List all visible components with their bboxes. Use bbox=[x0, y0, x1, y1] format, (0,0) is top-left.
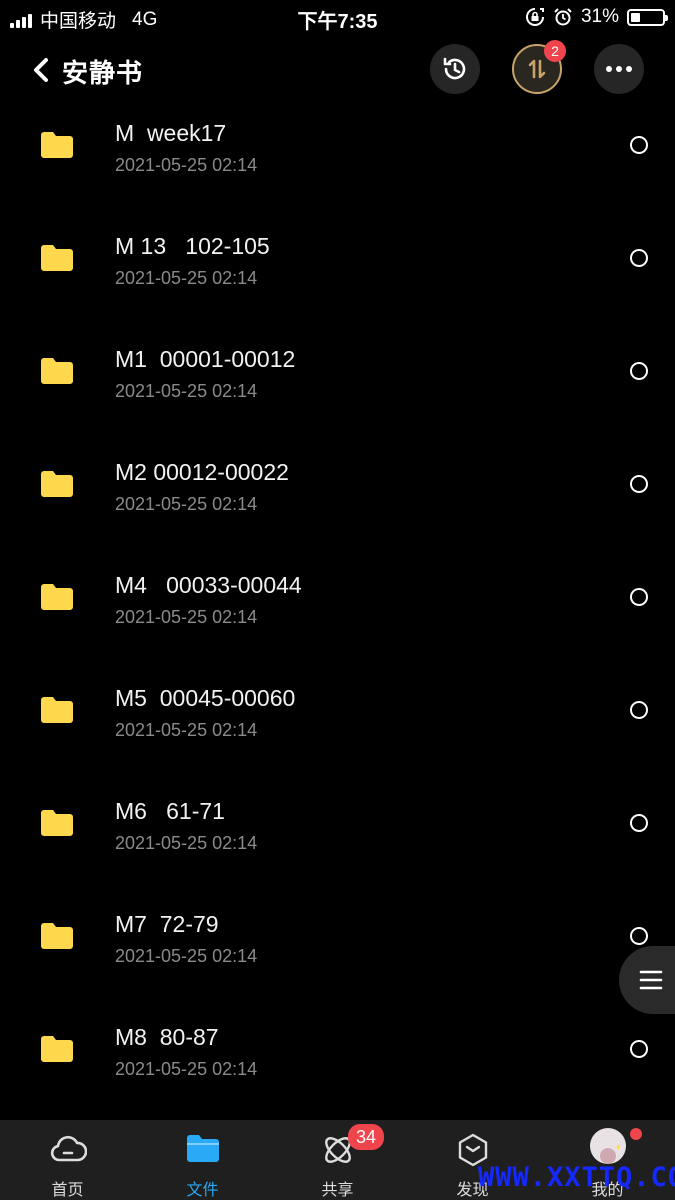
select-radio[interactable] bbox=[630, 362, 648, 380]
page-title: 安静书 bbox=[62, 58, 144, 88]
watermark: WWW.XXTTQ.COM bbox=[478, 1162, 675, 1193]
alarm-icon bbox=[554, 8, 572, 26]
cloud-home-icon bbox=[50, 1135, 87, 1162]
file-date: 2021-05-25 02:14 bbox=[115, 1059, 258, 1079]
select-radio[interactable] bbox=[630, 475, 648, 493]
list-item[interactable]: M8 80-87 2021-05-25 02:14 bbox=[0, 1004, 675, 1117]
hamburger-icon bbox=[639, 970, 663, 990]
file-name: M8 80-87 bbox=[115, 1024, 219, 1050]
select-radio[interactable] bbox=[630, 249, 648, 267]
history-button[interactable] bbox=[430, 44, 480, 94]
folder-icon bbox=[41, 1036, 73, 1062]
list-item[interactable]: M5 00045-00060 2021-05-25 02:14 bbox=[0, 665, 675, 778]
select-radio[interactable] bbox=[630, 136, 648, 154]
folder-icon bbox=[41, 584, 73, 610]
transfer-button[interactable]: 2 bbox=[512, 40, 566, 94]
file-name: M6 61-71 bbox=[115, 798, 225, 824]
tab-home[interactable]: 首页 bbox=[0, 1120, 135, 1200]
share-badge: 34 bbox=[348, 1124, 385, 1150]
battery-icon bbox=[627, 8, 668, 26]
list-item[interactable]: M2 00012-00022 2021-05-25 02:14 bbox=[0, 439, 675, 552]
transfer-arrows-icon bbox=[528, 59, 546, 79]
select-radio[interactable] bbox=[630, 814, 648, 832]
file-date: 2021-05-25 02:14 bbox=[115, 381, 258, 401]
battery-fill bbox=[631, 12, 640, 22]
list-item[interactable]: M4 00033-00044 2021-05-25 02:14 bbox=[0, 552, 675, 665]
list-item[interactable]: M6 61-71 2021-05-25 02:14 bbox=[0, 778, 675, 891]
select-radio[interactable] bbox=[630, 927, 648, 945]
list-item[interactable]: M1 00001-00012 2021-05-25 02:14 bbox=[0, 326, 675, 439]
file-name: M week17 bbox=[115, 120, 227, 146]
transfer-badge: 2 bbox=[544, 40, 566, 62]
file-date: 2021-05-25 02:14 bbox=[115, 494, 258, 514]
tab-share[interactable]: 34 共享 bbox=[270, 1120, 405, 1200]
folder-icon bbox=[41, 245, 73, 271]
status-bar: 中国移动 4G 下午7:35 31% bbox=[0, 0, 675, 34]
file-name: M2 00012-00022 bbox=[115, 459, 289, 485]
rotation-lock-icon bbox=[526, 8, 544, 26]
more-button[interactable] bbox=[594, 44, 644, 94]
avatar bbox=[589, 1128, 626, 1164]
history-icon bbox=[443, 57, 466, 80]
folder-icon bbox=[41, 923, 73, 949]
file-name: M1 00001-00012 bbox=[115, 346, 296, 372]
file-date: 2021-05-25 02:14 bbox=[115, 607, 258, 627]
file-date: 2021-05-25 02:14 bbox=[115, 720, 258, 740]
tab-label: 文件 bbox=[186, 1182, 219, 1199]
select-radio[interactable] bbox=[630, 1040, 648, 1058]
file-list: M week17 2021-05-25 02:14 M 13 102-105 2… bbox=[0, 100, 675, 1117]
tab-files[interactable]: 文件 bbox=[135, 1120, 270, 1200]
folder-icon bbox=[41, 697, 73, 723]
notification-dot bbox=[630, 1128, 642, 1140]
file-date: 2021-05-25 02:14 bbox=[115, 833, 258, 853]
file-date: 2021-05-25 02:14 bbox=[115, 155, 258, 175]
more-dots-icon bbox=[606, 66, 632, 72]
back-chevron-icon[interactable] bbox=[28, 52, 56, 88]
list-item[interactable]: M week17 2021-05-25 02:14 bbox=[0, 100, 675, 213]
folder-tab-icon bbox=[186, 1135, 219, 1162]
file-date: 2021-05-25 02:14 bbox=[115, 946, 258, 966]
file-name: M 13 102-105 bbox=[115, 233, 270, 259]
folder-icon bbox=[41, 132, 73, 158]
header: 安静书 2 bbox=[0, 40, 675, 100]
folder-icon bbox=[41, 810, 73, 836]
list-item[interactable]: M7 72-79 2021-05-25 02:14 bbox=[0, 891, 675, 1004]
select-radio[interactable] bbox=[630, 701, 648, 719]
file-name: M5 00045-00060 bbox=[115, 685, 296, 711]
battery-percent: 31% bbox=[580, 6, 619, 27]
folder-icon bbox=[41, 471, 73, 497]
folder-icon bbox=[41, 358, 73, 384]
list-item[interactable]: M 13 102-105 2021-05-25 02:14 bbox=[0, 213, 675, 326]
file-date: 2021-05-25 02:14 bbox=[115, 268, 258, 288]
tab-label: 共享 bbox=[321, 1182, 354, 1199]
file-name: M4 00033-00044 bbox=[115, 572, 302, 598]
file-name: M7 72-79 bbox=[115, 911, 219, 937]
tab-label: 首页 bbox=[51, 1182, 84, 1199]
select-radio[interactable] bbox=[630, 588, 648, 606]
